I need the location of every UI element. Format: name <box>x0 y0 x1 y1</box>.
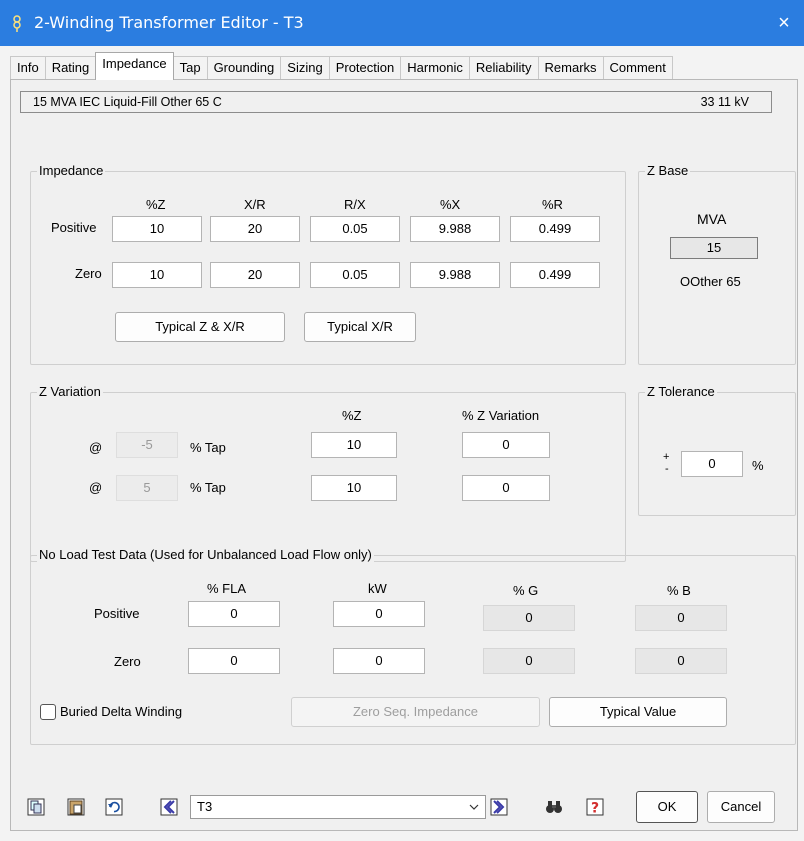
info-bar: 15 MVA IEC Liquid-Fill Other 65 C 33 11 … <box>20 91 772 113</box>
window-title: 2-Winding Transformer Editor - T3 <box>34 13 304 32</box>
noload-zero-b-field: 0 <box>635 648 727 674</box>
typical-z-xr-button[interactable]: Typical Z & X/R <box>115 312 285 342</box>
noload-header-b: % B <box>667 583 691 598</box>
zbase-note: OOther 65 <box>680 274 741 289</box>
zvar-variation-field-2[interactable]: 0 <box>462 475 550 501</box>
noload-positive-fla-field[interactable]: 0 <box>188 601 280 627</box>
transformer-app-icon <box>13 15 21 32</box>
zvariation-legend: Z Variation <box>37 384 103 399</box>
zero-label: Zero <box>75 266 102 281</box>
noload-header-fla: % FLA <box>207 581 247 596</box>
zero-x-r-field[interactable]: 20 <box>210 262 300 288</box>
tap-plus-field: 5 <box>116 475 178 501</box>
header-pct-x: %X <box>440 197 461 212</box>
tab-strip: Info Rating Impedance Tap Grounding Sizi… <box>10 52 673 80</box>
noload-header-g: % G <box>513 583 539 598</box>
zvar-variation-field-1[interactable]: 0 <box>462 432 550 458</box>
header-x-r: X/R <box>244 197 266 212</box>
dialog-client: Info Rating Impedance Tap Grounding Sizi… <box>0 46 804 841</box>
header-r-x: R/X <box>344 197 366 212</box>
close-button[interactable]: × <box>764 0 804 46</box>
info-voltage: 33 11 kV <box>700 95 749 109</box>
noload-positive-kw-field[interactable]: 0 <box>333 601 425 627</box>
tab-reliability[interactable]: Reliability <box>468 56 539 80</box>
undo-icon[interactable] <box>105 798 123 816</box>
paste-icon[interactable] <box>67 798 85 816</box>
noload-zero-g-field: 0 <box>483 648 575 674</box>
zvar-z-field-1[interactable]: 10 <box>311 432 397 458</box>
tap-label-2: % Tap <box>190 480 226 495</box>
ztol-minus-sign: - <box>665 463 669 475</box>
noload-zero-label: Zero <box>114 654 141 669</box>
zero-seq-impedance-button[interactable]: Zero Seq. Impedance <box>291 697 540 727</box>
at-label-2: @ <box>89 480 103 495</box>
buried-delta-label: Buried Delta Winding <box>60 704 183 719</box>
binoculars-icon[interactable] <box>545 798 563 816</box>
copy-icon[interactable] <box>27 798 45 816</box>
ok-button[interactable]: OK <box>636 791 698 823</box>
chevron-down-icon[interactable] <box>469 804 479 811</box>
tab-remarks[interactable]: Remarks <box>537 56 604 80</box>
tab-info[interactable]: Info <box>10 56 46 80</box>
tab-tap[interactable]: Tap <box>172 56 208 80</box>
tab-impedance[interactable]: Impedance <box>95 52 174 80</box>
impedance-legend: Impedance <box>37 163 106 178</box>
header-pct-z: %Z <box>146 197 166 212</box>
noload-positive-g-field: 0 <box>483 605 575 631</box>
zbase-mva-label: MVA <box>697 211 727 227</box>
ztolerance-legend: Z Tolerance <box>645 384 717 399</box>
previous-icon[interactable] <box>160 798 178 816</box>
zvariation-header-z: %Z <box>342 408 362 423</box>
header-pct-r: %R <box>542 197 563 212</box>
element-selector[interactable]: T3 <box>190 795 486 819</box>
cancel-button[interactable]: Cancel <box>707 791 775 823</box>
typical-xr-button[interactable]: Typical X/R <box>304 312 416 342</box>
tab-rating[interactable]: Rating <box>44 56 97 80</box>
help-icon[interactable]: ? <box>586 798 604 816</box>
ztolerance-unit: % <box>752 458 764 473</box>
noload-positive-b-field: 0 <box>635 605 727 631</box>
tap-label-1: % Tap <box>190 440 226 455</box>
tap-minus-field: -5 <box>116 432 178 458</box>
element-selector-value: T3 <box>197 799 213 814</box>
zero-pct-z-field[interactable]: 10 <box>112 262 202 288</box>
noload-positive-label: Positive <box>94 606 140 621</box>
noload-legend: No Load Test Data (Used for Unbalanced L… <box>37 547 374 562</box>
ztolerance-field[interactable]: 0 <box>681 451 743 477</box>
positive-pct-r-field[interactable]: 0.499 <box>510 216 600 242</box>
positive-label: Positive <box>51 220 97 235</box>
svg-text:?: ? <box>591 801 599 817</box>
noload-zero-fla-field[interactable]: 0 <box>188 648 280 674</box>
zvariation-header-var: % Z Variation <box>462 408 540 423</box>
info-summary: 15 MVA IEC Liquid-Fill Other 65 C <box>33 95 222 109</box>
at-label-1: @ <box>89 440 103 455</box>
ztol-plus-sign: + <box>663 451 670 463</box>
zvar-z-field-2[interactable]: 10 <box>311 475 397 501</box>
zero-pct-r-field[interactable]: 0.499 <box>510 262 600 288</box>
positive-x-r-field[interactable]: 20 <box>210 216 300 242</box>
tab-harmonic[interactable]: Harmonic <box>400 56 470 80</box>
tab-grounding[interactable]: Grounding <box>206 56 282 80</box>
tab-comment[interactable]: Comment <box>602 56 673 80</box>
buried-delta-checkbox[interactable] <box>40 704 56 720</box>
typical-value-button[interactable]: Typical Value <box>549 697 727 727</box>
positive-r-x-field[interactable]: 0.05 <box>310 216 400 242</box>
positive-pct-z-field[interactable]: 10 <box>112 216 202 242</box>
tab-protection[interactable]: Protection <box>328 56 402 80</box>
title-bar: 2-Winding Transformer Editor - T3 × <box>0 0 804 46</box>
noload-zero-kw-field[interactable]: 0 <box>333 648 425 674</box>
zero-pct-x-field[interactable]: 9.988 <box>410 262 500 288</box>
tab-sizing[interactable]: Sizing <box>280 56 330 80</box>
zbase-legend: Z Base <box>645 163 691 178</box>
zbase-group: Z Base <box>638 163 796 365</box>
next-icon[interactable] <box>490 798 508 816</box>
noload-header-kw: kW <box>368 581 387 596</box>
zero-r-x-field[interactable]: 0.05 <box>310 262 400 288</box>
zbase-mva-field: 15 <box>670 237 758 259</box>
positive-pct-x-field[interactable]: 9.988 <box>410 216 500 242</box>
